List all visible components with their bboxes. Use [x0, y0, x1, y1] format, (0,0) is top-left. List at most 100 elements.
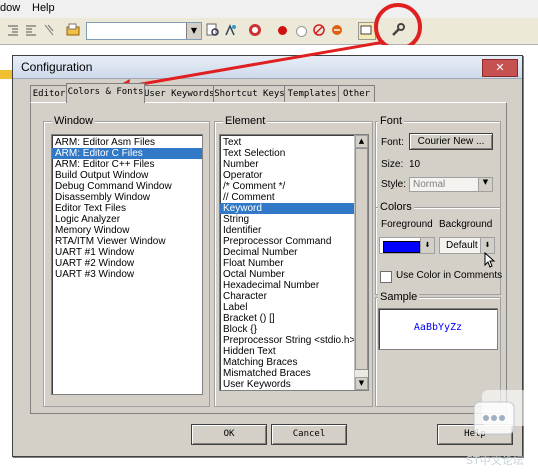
menu-window[interactable]: dow	[0, 2, 20, 14]
menu-help[interactable]: Help	[32, 2, 55, 14]
use-color-label: Use Color in Comments	[396, 270, 503, 281]
tab-colors-fonts[interactable]: Colors & Fonts	[66, 83, 145, 103]
list-item[interactable]: Operator	[220, 170, 368, 181]
list-item[interactable]: Preprocessor String <stdio.h>	[220, 335, 368, 346]
list-item[interactable]: ARM: Editor Asm Files	[52, 137, 202, 148]
list-item[interactable]: Hexadecimal Number	[220, 280, 368, 291]
list-item[interactable]: /* Comment */	[220, 181, 368, 192]
list-item[interactable]: Bracket () []	[220, 313, 368, 324]
use-color-checkbox[interactable]	[380, 271, 392, 283]
list-item[interactable]: User Keywords	[220, 379, 368, 390]
watermark-text: ST中文论坛	[466, 454, 524, 467]
chevron-down-icon[interactable]: ⬇	[480, 238, 494, 253]
find-in-files-icon[interactable]	[206, 23, 220, 37]
list-item[interactable]: String	[220, 214, 368, 225]
list-item-selected[interactable]: Keyword	[220, 203, 368, 214]
sample-preview: AaBbYyZz	[378, 308, 498, 350]
size-value: 10	[409, 159, 421, 170]
list-item[interactable]: Logic Analyzer	[52, 214, 202, 225]
list-item[interactable]: UART #1 Window	[52, 247, 202, 258]
list-item[interactable]: Debug Command Window	[52, 181, 202, 192]
foreground-label: Foreground	[381, 219, 433, 230]
tab-other[interactable]: Other	[338, 85, 375, 102]
font-group: Font Font: Courier New ... Size: 10 Styl…	[375, 115, 501, 209]
breakpoint-icon[interactable]	[278, 26, 287, 35]
list-item[interactable]: Number	[220, 159, 368, 170]
list-item[interactable]: Mismatched Braces	[220, 368, 368, 379]
foreground-color-dropdown[interactable]: ⬇	[379, 237, 435, 254]
open-file-icon[interactable]	[66, 23, 80, 37]
style-dropdown[interactable]: Normal ▼	[409, 177, 493, 192]
list-item[interactable]: Identifier	[220, 225, 368, 236]
kill-all-icon[interactable]	[330, 23, 344, 37]
outdent-icon[interactable]	[24, 23, 38, 37]
list-item[interactable]: Matching Braces	[220, 357, 368, 368]
breakpoint-disable-icon[interactable]	[296, 26, 307, 37]
dialog-title-bar: Configuration ✕	[13, 56, 522, 79]
list-item[interactable]: Hidden Text	[220, 346, 368, 357]
close-button[interactable]: ✕	[482, 59, 518, 77]
list-item[interactable]: // Comment	[220, 192, 368, 203]
font-label: Font:	[381, 137, 404, 148]
list-item[interactable]: Octal Number	[220, 269, 368, 280]
list-item[interactable]: UART #2 Window	[52, 258, 202, 269]
comment-icon[interactable]	[42, 23, 56, 37]
list-item[interactable]: Text	[220, 137, 368, 148]
indent-icon[interactable]	[6, 23, 20, 37]
list-item[interactable]: Label	[220, 302, 368, 313]
cancel-button[interactable]: Cancel	[271, 424, 347, 445]
window-group: Window ARM: Editor Asm Files ARM: Editor…	[43, 115, 210, 407]
tab-templates[interactable]: Templates	[284, 85, 340, 102]
list-item[interactable]: Float Number	[220, 258, 368, 269]
sample-group-label: Sample	[378, 291, 420, 303]
tab-editor[interactable]: Editor	[30, 85, 68, 102]
background-value: Default	[446, 240, 478, 251]
highlight-circle	[374, 3, 422, 51]
background-label: Background	[439, 219, 493, 230]
font-select-button[interactable]: Courier New ...	[409, 133, 493, 150]
menu-bar: dow Help	[0, 0, 538, 19]
list-item[interactable]: Disassembly Window	[52, 192, 202, 203]
size-label: Size:	[381, 159, 404, 170]
window-listbox[interactable]: ARM: Editor Asm Files ARM: Editor C File…	[51, 134, 203, 395]
list-item[interactable]: ARM: Editor C++ Files	[52, 159, 202, 170]
colors-group-label: Colors	[378, 201, 414, 213]
list-item[interactable]: Memory Window	[52, 225, 202, 236]
tab-shortcut-keys[interactable]: Shortcut Keys	[213, 85, 286, 102]
dialog-title: Configuration	[21, 60, 93, 74]
list-item[interactable]: Preprocessor Command	[220, 236, 368, 247]
list-item[interactable]: Character	[220, 291, 368, 302]
list-item[interactable]: RTA/ITM Viewer Window	[52, 236, 202, 247]
watermark: ST中文论坛	[462, 388, 538, 475]
browse-icon[interactable]	[224, 23, 238, 37]
kill-breakpoints-icon[interactable]	[312, 23, 326, 37]
chevron-down-icon[interactable]: ▼	[478, 178, 492, 191]
ok-button[interactable]: OK	[191, 424, 267, 445]
sample-text: AaBbYyZz	[413, 322, 463, 333]
element-group-label: Element	[223, 115, 268, 127]
configuration-dialog: Configuration ✕ Editor Colors & Fonts Us…	[12, 55, 523, 457]
list-item[interactable]: Build Output Window	[52, 170, 202, 181]
debug-icon[interactable]	[248, 23, 262, 37]
list-item[interactable]: UART #3 Window	[52, 269, 202, 280]
colors-fonts-page: Window ARM: Editor Asm Files ARM: Editor…	[30, 102, 507, 414]
style-label: Style:	[381, 179, 407, 190]
scroll-thumb[interactable]	[355, 148, 368, 370]
list-item[interactable]: Block {}	[220, 324, 368, 335]
colors-group: Colors Foreground Background ⬇ Default ⬇…	[375, 201, 503, 295]
element-listbox[interactable]: Text Text Selection Number Operator /* C…	[219, 134, 369, 391]
find-combo[interactable]: ▼	[86, 22, 202, 40]
chevron-down-icon[interactable]: ⬇	[420, 238, 434, 253]
chevron-down-icon[interactable]: ▼	[186, 23, 201, 39]
list-item[interactable]: Decimal Number	[220, 247, 368, 258]
list-item-selected[interactable]: ARM: Editor C Files	[52, 148, 202, 159]
scroll-down-icon[interactable]: ▼	[355, 377, 368, 390]
tab-user-keywords[interactable]: User Keywords	[143, 85, 215, 102]
element-group: Element Text Text Selection Number Opera…	[214, 115, 373, 407]
chat-bubble-icon	[473, 390, 528, 435]
scroll-up-icon[interactable]: ▲	[355, 135, 368, 148]
list-item[interactable]: Editor Text Files	[52, 203, 202, 214]
element-scrollbar[interactable]: ▲ ▼	[354, 135, 368, 390]
foreground-swatch	[383, 241, 420, 253]
list-item[interactable]: Text Selection	[220, 148, 368, 159]
